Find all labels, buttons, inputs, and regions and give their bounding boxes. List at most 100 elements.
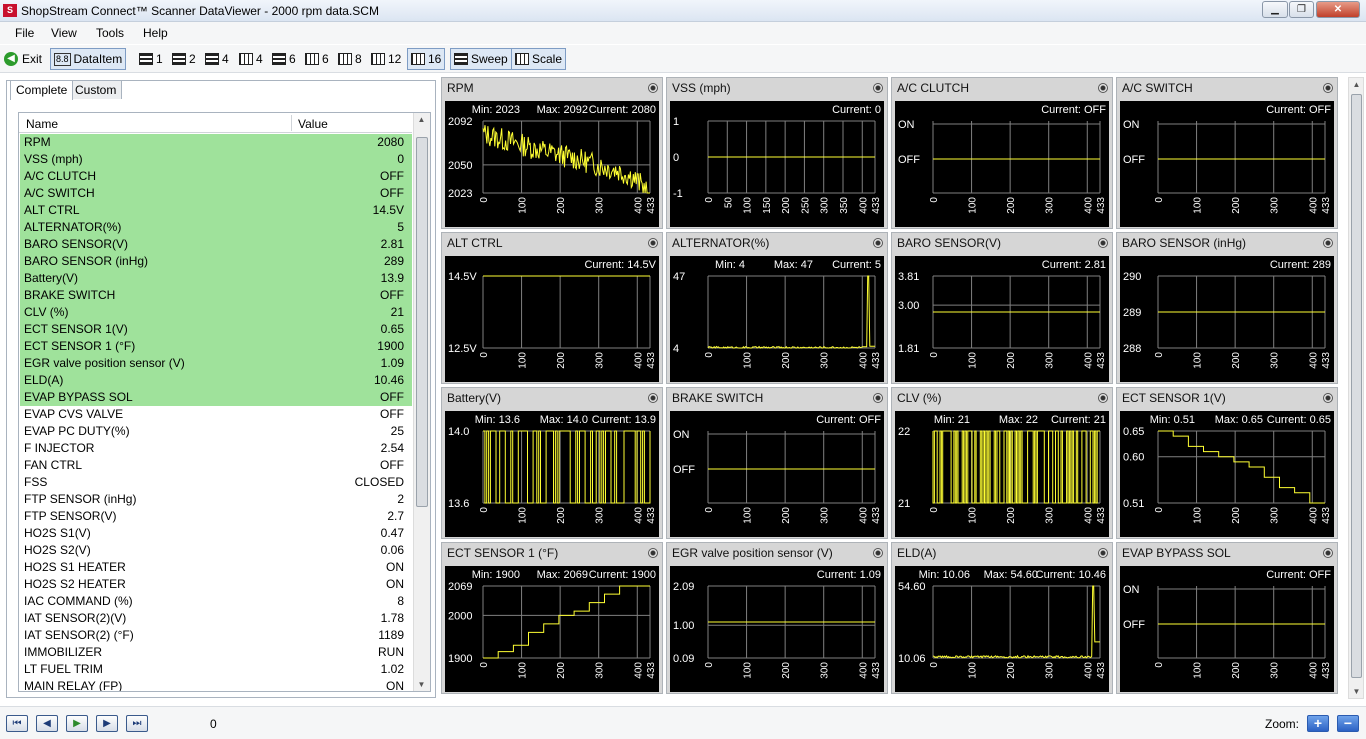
play-button[interactable]: ▶ — [66, 715, 88, 732]
layout-6-grid-button[interactable]: 6 — [302, 48, 332, 70]
list-item[interactable]: ALT CTRL 14.5V — [20, 202, 412, 219]
list-item[interactable]: BARO SENSOR(V) 2.81 — [20, 236, 412, 253]
chart-options-icon[interactable] — [1323, 393, 1333, 403]
scale-button[interactable]: Scale — [511, 48, 567, 70]
chart-options-icon[interactable] — [873, 238, 883, 248]
list-item[interactable]: LT FUEL TRIM 1.02 — [20, 661, 412, 678]
layout-2-button[interactable]: 2 — [169, 48, 199, 70]
zoom-out-button[interactable]: − — [1337, 715, 1359, 732]
layout-4-button[interactable]: 4 — [202, 48, 232, 70]
list-item[interactable]: FTP SENSOR (inHg) 2 — [20, 491, 412, 508]
column-header-name[interactable]: Name — [26, 117, 58, 131]
chart-panel[interactable]: BARO SENSOR (inHg) Current: 289 0 100 200 300… — [1116, 232, 1338, 384]
chart-panel[interactable]: CLV (%) Min: 21 Max: 22 Current: 21 0 100 200 3… — [891, 387, 1113, 539]
chart-panel[interactable]: ECT SENSOR 1 (°F) Min: 1900 Max: 2069 Curre… — [441, 542, 663, 694]
menu-tools[interactable]: Tools — [96, 26, 124, 40]
menu-help[interactable]: Help — [143, 26, 168, 40]
layout-1-button[interactable]: 1 — [136, 48, 166, 70]
zoom-in-button[interactable]: + — [1307, 715, 1329, 732]
list-item[interactable]: ELD(A) 10.46 — [20, 372, 412, 389]
column-header-value[interactable]: Value — [298, 117, 328, 131]
menu-file[interactable]: File — [15, 26, 34, 40]
scroll-up-icon[interactable]: ▲ — [1352, 80, 1361, 89]
tab-complete[interactable]: Complete — [10, 80, 74, 100]
list-item[interactable]: IAT SENSOR(2)(V) 1.78 — [20, 610, 412, 627]
chart-panel[interactable]: A/C CLUTCH Current: OFF 0 100 200 300 400 433 ON… — [891, 77, 1113, 229]
list-item[interactable]: ECT SENSOR 1 (°F) 1900 — [20, 338, 412, 355]
prev-frame-button[interactable]: ◀ — [36, 715, 58, 732]
chart-options-icon[interactable] — [648, 83, 658, 93]
last-frame-button[interactable]: ⏭ — [126, 715, 148, 732]
list-item[interactable]: HO2S S1 HEATER ON — [20, 559, 412, 576]
chart-panel[interactable]: ECT SENSOR 1(V) Min: 0.51 Max: 0.65 Current… — [1116, 387, 1338, 539]
list-item[interactable]: EGR valve position sensor (V) 1.09 — [20, 355, 412, 372]
chart-options-icon[interactable] — [648, 548, 658, 558]
layout-8-button[interactable]: 8 — [335, 48, 365, 70]
minimize-icon[interactable]: ▁ — [1262, 1, 1288, 18]
chart-options-icon[interactable] — [1098, 393, 1108, 403]
layout-6-button[interactable]: 6 — [269, 48, 299, 70]
next-frame-button[interactable]: ▶ — [96, 715, 118, 732]
sweep-button[interactable]: Sweep — [450, 48, 512, 70]
column-divider[interactable] — [291, 115, 292, 131]
list-item[interactable]: FAN CTRL OFF — [20, 457, 412, 474]
chart-options-icon[interactable] — [1323, 83, 1333, 93]
list-item[interactable]: EVAP BYPASS SOL OFF — [20, 389, 412, 406]
list-item[interactable]: RPM 2080 — [20, 134, 412, 151]
list-item[interactable]: IAT SENSOR(2) (°F) 1189 — [20, 627, 412, 644]
list-item[interactable]: CLV (%) 21 — [20, 304, 412, 321]
chart-scrollbar[interactable]: ▲ ▼ — [1348, 77, 1364, 699]
list-item[interactable]: ECT SENSOR 1(V) 0.65 — [20, 321, 412, 338]
chart-options-icon[interactable] — [873, 83, 883, 93]
scroll-thumb[interactable] — [1351, 94, 1362, 678]
scroll-down-icon[interactable]: ▼ — [417, 680, 426, 689]
dataitem-button[interactable]: 8.8 DataItem — [50, 48, 127, 70]
chart-panel[interactable]: RPM Min: 2023 Max: 2092 Current: 2080 0 100 20… — [441, 77, 663, 229]
scroll-down-icon[interactable]: ▼ — [1352, 687, 1361, 696]
list-item[interactable]: A/C SWITCH OFF — [20, 185, 412, 202]
list-item[interactable]: HO2S S1(V) 0.47 — [20, 525, 412, 542]
chart-panel[interactable]: ALT CTRL Current: 14.5V 0 100 200 300 400 433 14… — [441, 232, 663, 384]
layout-4-grid-button[interactable]: 4 — [236, 48, 266, 70]
chart-options-icon[interactable] — [648, 238, 658, 248]
list-item[interactable]: VSS (mph) 0 — [20, 151, 412, 168]
layout-16-button[interactable]: 16 — [407, 48, 446, 70]
maximize-icon[interactable]: ❐ — [1289, 1, 1314, 18]
list-item[interactable]: EVAP PC DUTY(%) 25 — [20, 423, 412, 440]
chart-panel[interactable]: A/C SWITCH Current: OFF 0 100 200 300 400 433 ON… — [1116, 77, 1338, 229]
list-item[interactable]: BRAKE SWITCH OFF — [20, 287, 412, 304]
chart-panel[interactable]: ALTERNATOR(%) Min: 4 Max: 47 Current: 5 0 100… — [666, 232, 888, 384]
chart-options-icon[interactable] — [1098, 238, 1108, 248]
chart-options-icon[interactable] — [1323, 548, 1333, 558]
chart-panel[interactable]: ELD(A) Min: 10.06 Max: 54.60 Current: 10.46… — [891, 542, 1113, 694]
list-item[interactable]: IMMOBILIZER RUN — [20, 644, 412, 661]
list-item[interactable]: HO2S S2(V) 0.06 — [20, 542, 412, 559]
chart-options-icon[interactable] — [873, 548, 883, 558]
list-item[interactable]: IAC COMMAND (%) 8 — [20, 593, 412, 610]
list-item[interactable]: ALTERNATOR(%) 5 — [20, 219, 412, 236]
menu-view[interactable]: View — [51, 26, 77, 40]
tab-custom[interactable]: Custom — [69, 80, 123, 99]
scroll-thumb[interactable] — [416, 137, 428, 507]
close-icon[interactable]: ✕ — [1316, 1, 1360, 18]
list-scrollbar[interactable]: ▲ ▼ — [413, 113, 430, 691]
list-item[interactable]: A/C CLUTCH OFF — [20, 168, 412, 185]
list-item[interactable]: MAIN RELAY (FP) ON — [20, 678, 412, 691]
list-item[interactable]: F INJECTOR 2.54 — [20, 440, 412, 457]
list-item[interactable]: EVAP CVS VALVE OFF — [20, 406, 412, 423]
first-frame-button[interactable]: ⏮ — [6, 715, 28, 732]
list-item[interactable]: BARO SENSOR (inHg) 289 — [20, 253, 412, 270]
chart-panel[interactable]: VSS (mph) Current: 0 0 50 100 150 200 250 300 350… — [666, 77, 888, 229]
chart-options-icon[interactable] — [1323, 238, 1333, 248]
chart-options-icon[interactable] — [648, 393, 658, 403]
chart-options-icon[interactable] — [1098, 83, 1108, 93]
layout-12-button[interactable]: 12 — [368, 48, 404, 70]
chart-options-icon[interactable] — [873, 393, 883, 403]
chart-options-icon[interactable] — [1098, 548, 1108, 558]
list-item[interactable]: FTP SENSOR(V) 2.7 — [20, 508, 412, 525]
list-item[interactable]: HO2S S2 HEATER ON — [20, 576, 412, 593]
scroll-up-icon[interactable]: ▲ — [417, 115, 426, 124]
chart-panel[interactable]: BARO SENSOR(V) Current: 2.81 0 100 200 300 400… — [891, 232, 1113, 384]
chart-panel[interactable]: Battery(V) Min: 13.6 Max: 14.0 Current: 13.… — [441, 387, 663, 539]
exit-button[interactable]: ◀ Exit — [1, 48, 45, 70]
